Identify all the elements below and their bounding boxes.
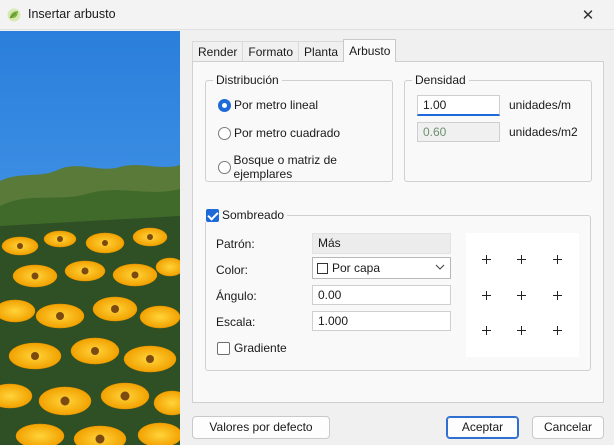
close-button[interactable]: ✕ [570, 3, 606, 27]
window-title: Insertar arbusto [28, 7, 116, 21]
densidad-lineal-input[interactable]: 1.00 [417, 95, 500, 116]
radio-label: Por metro cuadrado [234, 126, 341, 140]
plus-mark-icon [517, 326, 526, 335]
escala-label: Escala: [216, 315, 256, 329]
gradiente-check-indicator[interactable] [217, 341, 230, 355]
chevron-down-icon[interactable] [435, 262, 445, 272]
distribucion-group: Distribución Por metro lineal Por metro … [205, 73, 393, 182]
title-bar: Insertar arbusto ✕ [0, 0, 614, 30]
patron-label: Patrón: [216, 237, 255, 251]
densidad-cuadrado-input[interactable]: 0.60 [417, 122, 500, 142]
tab-planta[interactable]: Planta [298, 41, 345, 62]
patron-field[interactable]: Más [312, 233, 451, 254]
radio-label: Por metro lineal [234, 98, 319, 112]
radio-indicator[interactable] [218, 160, 231, 174]
sombreado-check-indicator[interactable] [206, 208, 219, 222]
radio-por-metro-cuadrado[interactable]: Por metro cuadrado [218, 126, 340, 140]
gradiente-label: Gradiente [234, 341, 287, 355]
plus-mark-icon [517, 255, 526, 264]
color-swatch [317, 262, 328, 274]
plus-mark-icon [517, 291, 526, 300]
distribucion-legend: Distribución [213, 73, 282, 87]
color-label: Color: [216, 263, 249, 277]
densidad-cuadrado-unit: unidades/m2 [509, 125, 578, 139]
tab-strip: Render Formato Planta Arbusto [192, 39, 397, 62]
plus-mark-icon [482, 291, 491, 300]
plus-mark-icon [553, 255, 562, 264]
leaf-app-icon [7, 8, 21, 22]
escala-input[interactable]: 1.000 [312, 311, 451, 331]
shrub-preview-image [0, 31, 180, 445]
color-select[interactable]: Por capa [312, 257, 451, 279]
close-icon[interactable]: ✕ [582, 6, 595, 24]
plus-mark-icon [482, 255, 491, 264]
radio-bosque-matriz[interactable]: Bosque o matriz de ejemplares [218, 153, 392, 181]
radio-label: Bosque o matriz de ejemplares [233, 153, 337, 181]
defaults-button[interactable]: Valores por defecto [192, 416, 330, 439]
plus-mark-icon [482, 326, 491, 335]
angulo-input[interactable]: 0.00 [312, 285, 451, 305]
cancel-button[interactable]: Cancelar [532, 416, 604, 439]
densidad-legend: Densidad [412, 73, 469, 87]
plus-mark-icon [553, 326, 562, 335]
tab-render[interactable]: Render [192, 41, 244, 62]
densidad-lineal-unit: unidades/m [509, 98, 572, 112]
radio-por-metro-lineal[interactable]: Por metro lineal [218, 98, 318, 112]
angulo-label: Ángulo: [216, 289, 257, 303]
hatch-pattern-preview [466, 233, 579, 357]
gradiente-checkbox[interactable]: Gradiente [217, 341, 287, 355]
sombreado-label: Sombreado [222, 208, 285, 222]
accept-button[interactable]: Aceptar [446, 416, 519, 439]
plus-mark-icon [553, 291, 562, 300]
color-select-value: Por capa [332, 261, 381, 275]
tab-arbusto[interactable]: Arbusto [343, 39, 397, 62]
sombreado-checkbox[interactable]: Sombreado [204, 208, 288, 222]
radio-indicator[interactable] [218, 98, 231, 112]
tab-formato[interactable]: Formato [242, 41, 300, 62]
radio-indicator[interactable] [218, 126, 231, 140]
